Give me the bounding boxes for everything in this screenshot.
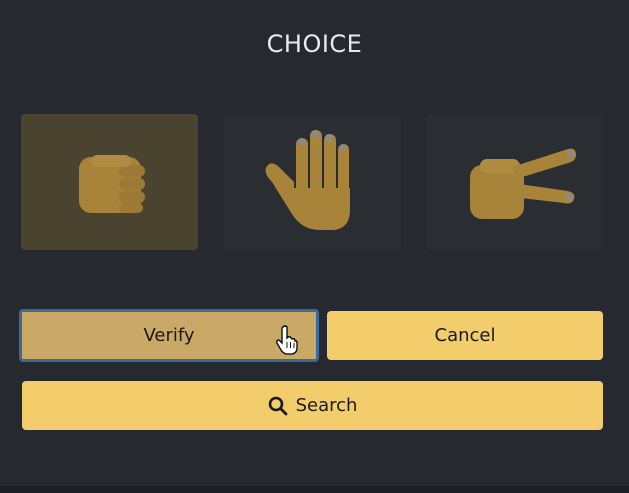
search-icon (268, 396, 288, 416)
choice-rock[interactable] (21, 114, 198, 250)
verify-button[interactable]: Verify (19, 309, 319, 362)
verify-button-label: Verify (143, 325, 195, 346)
choice-scissors[interactable] (426, 114, 603, 250)
two-fingers-icon (469, 148, 576, 219)
hand-pointer-cursor-icon (276, 325, 298, 355)
open-hand-icon (265, 130, 350, 230)
fist-icon (78, 155, 145, 213)
cancel-button-label: Cancel (434, 325, 496, 346)
choice-dialog: CHOICE Verify Cancel Search (0, 0, 629, 486)
cancel-button[interactable]: Cancel (327, 311, 603, 360)
choice-paper[interactable] (224, 114, 401, 250)
bottom-strip (0, 486, 629, 493)
search-button[interactable]: Search (22, 381, 603, 430)
search-button-label: Search (295, 395, 358, 416)
page-title: CHOICE (266, 30, 363, 58)
